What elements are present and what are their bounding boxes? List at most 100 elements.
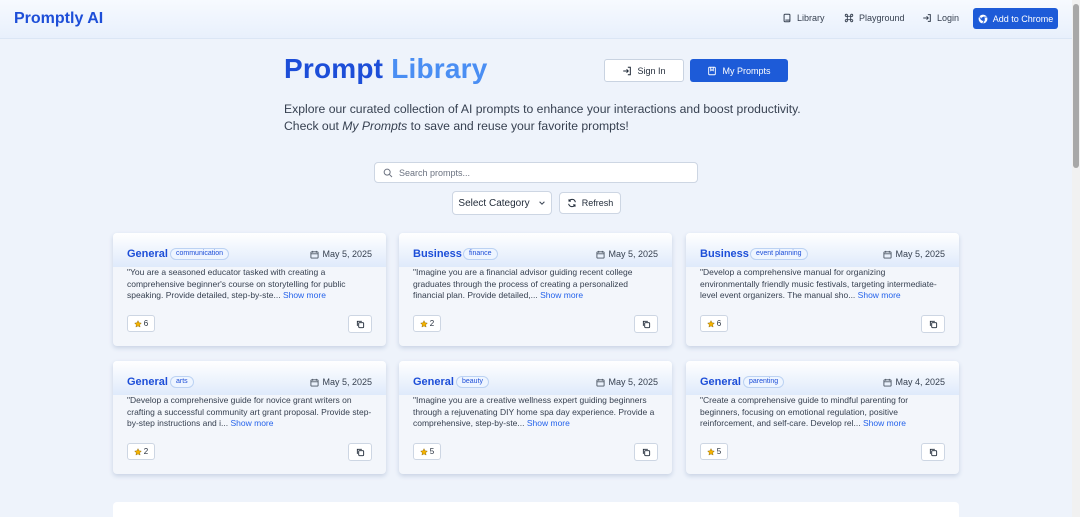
card-date-text: May 5, 2025 xyxy=(322,377,372,387)
star-button[interactable]: 6 xyxy=(127,315,155,332)
search-input[interactable] xyxy=(399,167,679,178)
card-date: May 5, 2025 xyxy=(596,377,658,387)
star-button[interactable]: 6 xyxy=(700,315,728,332)
card-description: "Develop a comprehensive guide for novic… xyxy=(127,395,372,430)
card-category: General xyxy=(700,376,741,388)
show-more-link[interactable]: Show more xyxy=(283,290,326,300)
card-date: May 5, 2025 xyxy=(883,249,945,259)
scrollbar-thumb[interactable] xyxy=(1073,4,1079,168)
star-button[interactable]: 5 xyxy=(700,443,728,460)
star-count: 2 xyxy=(143,447,149,456)
star-count: 5 xyxy=(716,447,722,456)
copy-button[interactable] xyxy=(921,315,945,333)
copy-icon xyxy=(356,448,364,456)
sign-in-button[interactable]: Sign In xyxy=(604,59,684,82)
refresh-icon xyxy=(567,198,576,208)
nav-playground[interactable]: Playground xyxy=(844,13,905,23)
refresh-button[interactable]: Refresh xyxy=(559,192,621,214)
card-description: "Imagine you are a financial advisor gui… xyxy=(413,267,658,302)
nav-library[interactable]: Library xyxy=(782,13,825,23)
card-date-text: May 5, 2025 xyxy=(895,249,945,259)
star-icon xyxy=(419,319,428,327)
prompt-card[interactable]: General beauty May 5, 2025 "Imagine you are… xyxy=(399,361,672,474)
calendar-icon xyxy=(310,250,320,259)
card-date: May 4, 2025 xyxy=(883,377,945,387)
copy-icon xyxy=(929,448,937,456)
star-icon xyxy=(419,447,428,455)
copy-icon xyxy=(642,448,650,456)
star-icon xyxy=(133,447,142,455)
star-count: 5 xyxy=(429,447,435,456)
card-description-text: "Develop a comprehensive manual for orga… xyxy=(700,267,937,300)
copy-button[interactable] xyxy=(634,315,658,333)
sign-in-label: Sign In xyxy=(637,65,666,76)
card-tag: parenting xyxy=(743,376,785,388)
copy-icon xyxy=(356,320,364,328)
bottom-panel xyxy=(113,502,959,517)
search-icon xyxy=(383,168,393,177)
copy-button[interactable] xyxy=(348,443,372,461)
card-description-text: "Imagine you are a financial advisor gui… xyxy=(413,267,633,300)
prompt-card[interactable]: General arts May 5, 2025 "Develop a compreh… xyxy=(113,361,386,474)
show-more-link[interactable]: Show more xyxy=(230,418,273,428)
show-more-link[interactable]: Show more xyxy=(540,290,583,300)
card-date-text: May 5, 2025 xyxy=(608,377,658,387)
star-count: 6 xyxy=(143,319,149,328)
intro-my-prompts-link: My Prompts xyxy=(342,119,408,133)
login-icon xyxy=(923,14,931,22)
calendar-icon xyxy=(596,378,606,387)
card-tag: beauty xyxy=(456,376,490,388)
add-to-chrome-button[interactable]: Add to Chrome xyxy=(973,8,1058,29)
card-tag: communication xyxy=(170,248,230,260)
copy-icon xyxy=(642,320,650,328)
copy-icon xyxy=(929,320,937,328)
page-title-word-1: Prompt xyxy=(284,53,384,84)
star-button[interactable]: 2 xyxy=(127,443,155,460)
my-prompts-button[interactable]: My Prompts xyxy=(690,59,788,82)
card-tag: arts xyxy=(170,376,194,388)
nav-login[interactable]: Login xyxy=(922,13,959,23)
scrollbar[interactable] xyxy=(1072,0,1080,517)
card-date: May 5, 2025 xyxy=(310,249,372,259)
calendar-icon xyxy=(596,250,606,259)
book-icon xyxy=(783,13,791,23)
copy-button[interactable] xyxy=(348,315,372,333)
show-more-link[interactable]: Show more xyxy=(863,418,906,428)
prompt-card[interactable]: Business finance May 5, 2025 "Imagine you a… xyxy=(399,233,672,346)
sign-in-icon xyxy=(623,66,632,75)
top-navbar: Promptly AI Library Playground Login Add… xyxy=(0,0,1080,39)
star-icon xyxy=(706,319,715,327)
card-tag: finance xyxy=(463,248,498,260)
copy-button[interactable] xyxy=(921,443,945,461)
copy-button[interactable] xyxy=(634,443,658,461)
card-category: General xyxy=(127,248,168,260)
my-prompts-label: My Prompts xyxy=(722,65,771,76)
chrome-icon xyxy=(978,14,988,24)
card-category: Business xyxy=(700,248,749,260)
star-button[interactable]: 2 xyxy=(413,315,441,332)
show-more-link[interactable]: Show more xyxy=(527,418,570,428)
chevron-down-icon xyxy=(538,201,545,205)
calendar-icon xyxy=(883,378,893,387)
refresh-label: Refresh xyxy=(581,198,614,208)
command-icon xyxy=(844,13,854,23)
star-icon xyxy=(706,447,715,455)
star-button[interactable]: 5 xyxy=(413,443,441,460)
show-more-link[interactable]: Show more xyxy=(858,290,901,300)
intro-text: Explore our curated collection of AI pro… xyxy=(284,101,804,135)
nav-login-label: Login xyxy=(937,13,960,23)
prompt-card[interactable]: General parenting May 4, 2025 "Create a com… xyxy=(686,361,959,474)
star-count: 2 xyxy=(429,319,435,328)
intro-text-end: to save and reuse your favorite prompts! xyxy=(407,119,629,133)
star-icon xyxy=(133,319,142,327)
category-select[interactable]: Select Category xyxy=(452,191,552,215)
card-date: May 5, 2025 xyxy=(310,377,372,387)
page-title: Prompt Library xyxy=(284,53,488,85)
prompt-card[interactable]: Business event planning May 5, 2025 "Develo… xyxy=(686,233,959,346)
brand-logo[interactable]: Promptly AI xyxy=(14,10,103,28)
card-tag: event planning xyxy=(750,248,808,260)
card-date: May 5, 2025 xyxy=(596,249,658,259)
calendar-icon xyxy=(310,378,320,387)
prompt-card[interactable]: General communication May 5, 2025 "You are … xyxy=(113,233,386,346)
card-description: "You are a seasoned educator tasked with… xyxy=(127,267,372,302)
